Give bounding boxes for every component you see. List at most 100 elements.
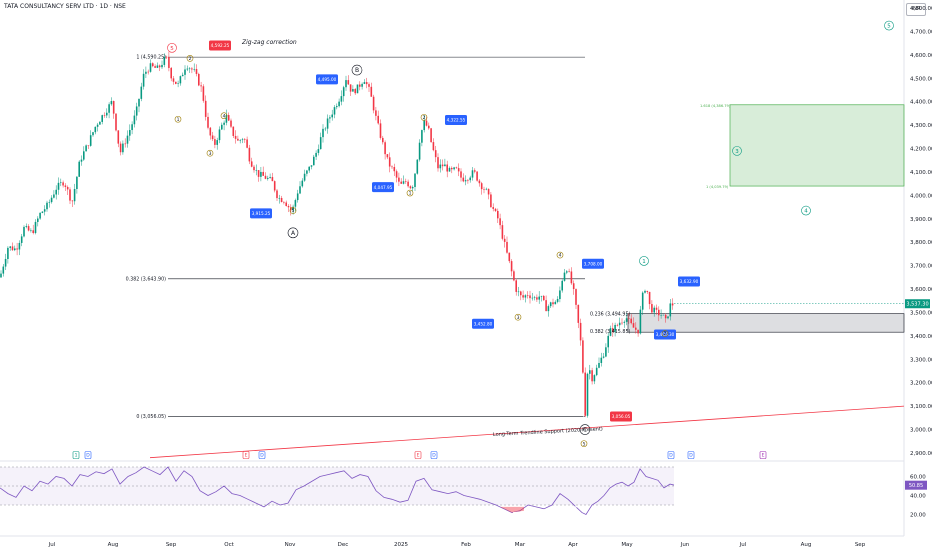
- rsi-tick-label: 60.00: [910, 475, 926, 481]
- candle-body: [253, 166, 255, 171]
- target-zone: [729, 104, 905, 187]
- candle-body: [73, 189, 76, 202]
- candle-body: [354, 89, 356, 94]
- candle-body: [506, 241, 508, 253]
- candle-body: [126, 135, 129, 144]
- candle-body: [246, 139, 248, 148]
- candle-body: [188, 68, 191, 70]
- candle-body: [602, 356, 605, 358]
- candle-body: [662, 314, 665, 316]
- candle-body: [338, 101, 340, 107]
- wave-label-text: 1: [642, 259, 646, 265]
- time-tick-label: 2025: [394, 542, 408, 548]
- candle-body: [457, 168, 460, 172]
- candle-body: [411, 186, 414, 189]
- candle-body: [549, 302, 552, 307]
- candle-body: [547, 306, 550, 312]
- candle-body: [207, 116, 209, 128]
- candle-body: [60, 182, 62, 183]
- price-tick-label: 3,300.00: [910, 357, 932, 363]
- candle-body: [319, 137, 322, 150]
- candle-body: [428, 125, 430, 129]
- candle-body: [529, 295, 531, 299]
- candle-body: [50, 197, 53, 203]
- candle-body: [83, 151, 85, 160]
- candle-body: [214, 139, 216, 145]
- candle-body: [108, 104, 110, 113]
- candle-body: [117, 130, 120, 144]
- price-tick-label: 2,900.00: [910, 451, 932, 457]
- candle-body: [331, 114, 333, 118]
- time-tick-label: Jul: [739, 542, 747, 548]
- candle-body: [471, 170, 474, 178]
- candle-body: [147, 71, 149, 73]
- candle-body: [434, 150, 437, 158]
- candle-body: [53, 194, 55, 198]
- candle-body: [474, 170, 476, 172]
- price-tick-label: 3,800.00: [910, 240, 932, 246]
- candle-body: [87, 145, 90, 147]
- event-marker-text: 1: [75, 453, 78, 459]
- target-zone-lower-label: 1 (4,039.79): [706, 185, 729, 189]
- candle-body: [122, 143, 124, 153]
- candle-body: [271, 177, 274, 182]
- price-label-text: 3,708.00: [584, 261, 603, 266]
- candle-body: [572, 283, 575, 290]
- candle-body: [177, 83, 179, 84]
- candle-body: [388, 157, 391, 167]
- candle-body: [193, 68, 195, 70]
- candle-body: [582, 340, 584, 373]
- candle-body: [154, 66, 156, 68]
- candle-body: [490, 194, 492, 208]
- candle-body: [386, 154, 389, 158]
- candle-body: [119, 143, 122, 153]
- candle-body: [340, 96, 343, 102]
- candle-body: [630, 318, 632, 324]
- candle-body: [239, 140, 241, 141]
- candle-body: [543, 295, 545, 301]
- candle-body: [478, 180, 481, 184]
- time-tick-label: Nov: [285, 542, 296, 548]
- candle-body: [301, 180, 304, 187]
- event-marker-text: E: [417, 453, 420, 459]
- candle-body: [669, 303, 672, 317]
- candle-body: [517, 291, 520, 293]
- candle-body: [637, 329, 639, 334]
- candle-body: [85, 145, 87, 152]
- candle-body: [191, 68, 193, 70]
- price-label-text: 4,495.00: [318, 77, 337, 82]
- candle-body: [326, 118, 329, 129]
- candle-body: [628, 318, 630, 319]
- candle-body: [635, 327, 637, 330]
- candle-body: [395, 171, 398, 178]
- price-tick-label: 4,500.00: [910, 76, 932, 82]
- candle-body: [11, 246, 14, 251]
- candle-body: [94, 126, 97, 133]
- price-tick-label: 3,600.00: [910, 287, 932, 293]
- candle-body: [101, 115, 103, 122]
- candle-body: [453, 167, 455, 170]
- candle-body: [497, 210, 499, 219]
- candle-body: [322, 128, 324, 138]
- candle-body: [430, 128, 432, 143]
- time-tick-label: Apr: [568, 542, 578, 548]
- candle-body: [476, 171, 478, 181]
- candle-body: [129, 130, 131, 136]
- price-chart[interactable]: 1.618 (4,386.79) 1 (4,039.79) 0.236 (3,494…: [0, 0, 932, 550]
- wave-label-text: 5: [583, 441, 586, 447]
- candle-body: [71, 200, 74, 202]
- candle-body: [34, 221, 37, 233]
- candle-body: [315, 152, 317, 157]
- candle-body: [405, 181, 407, 182]
- candle-body: [372, 96, 375, 111]
- candle-body: [409, 186, 412, 189]
- annotation-zigzag: Zig-zag correction: [241, 39, 297, 46]
- candle-body: [170, 67, 172, 79]
- candle-body: [446, 164, 448, 172]
- candle-body: [368, 84, 370, 87]
- candle-body: [278, 197, 281, 199]
- wave-label-text: 2: [189, 56, 192, 62]
- wave-label-text: 4: [559, 253, 562, 259]
- candle-body: [237, 138, 239, 141]
- candle-body: [260, 171, 262, 177]
